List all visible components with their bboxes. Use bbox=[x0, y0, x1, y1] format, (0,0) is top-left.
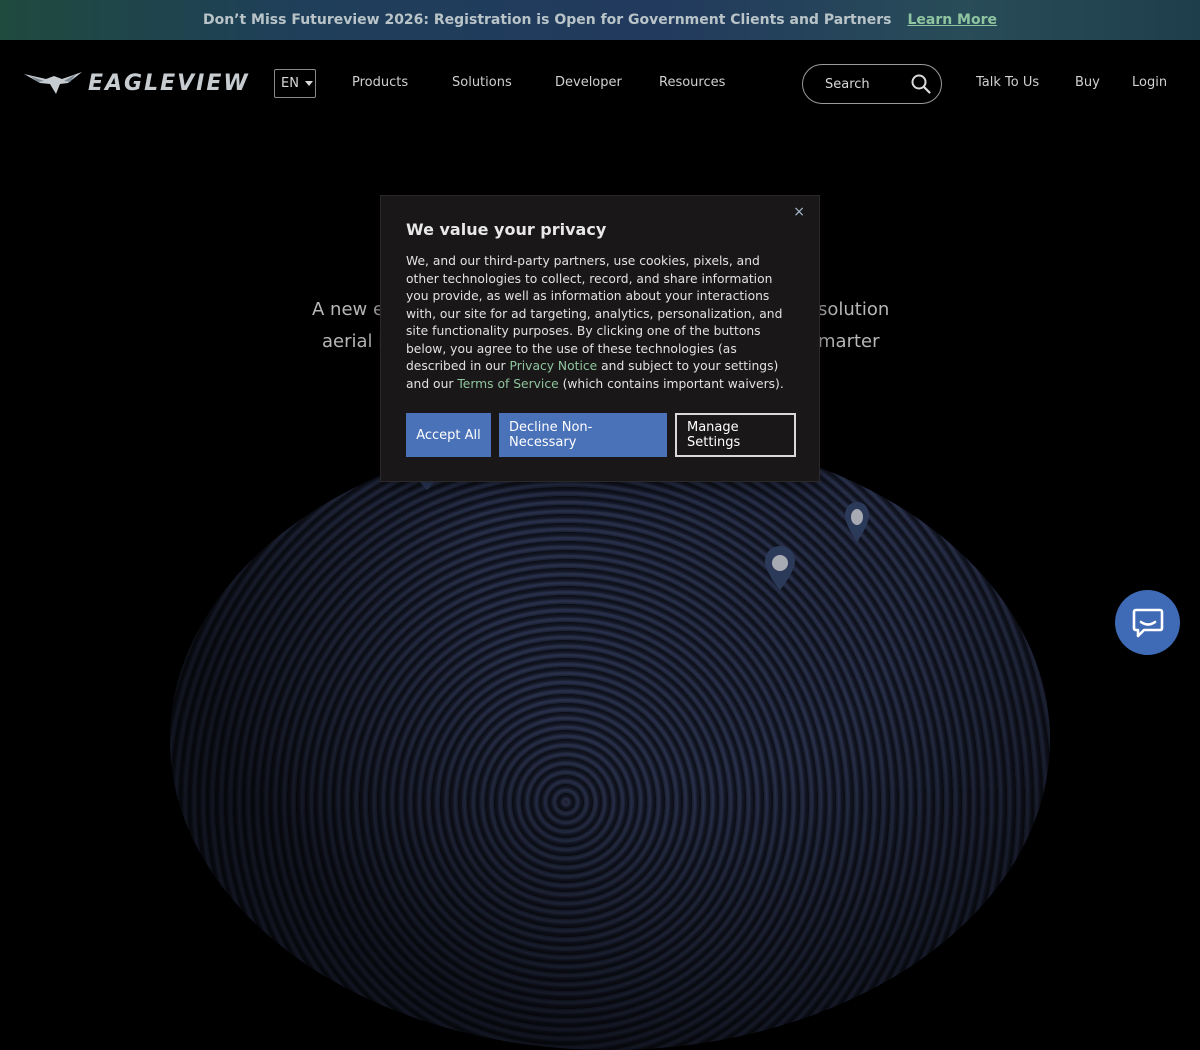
hero-text-line2-left: aerial i bbox=[322, 331, 384, 352]
map-pin-icon bbox=[845, 502, 869, 542]
privacy-notice-link[interactable]: Privacy Notice bbox=[510, 359, 598, 373]
language-selector[interactable]: EN bbox=[274, 69, 316, 98]
map-pin-icon bbox=[765, 546, 795, 590]
logo-text: EAGLEVIEW bbox=[88, 70, 250, 96]
search-box[interactable] bbox=[802, 64, 942, 104]
banner-text: Don’t Miss Futureview 2026: Registration… bbox=[202, 12, 892, 28]
nav-solutions[interactable]: Solutions bbox=[452, 75, 512, 90]
learn-more-link[interactable]: Learn More bbox=[907, 12, 997, 28]
site-header: EAGLEVIEW EN Products Solutions Develope… bbox=[0, 40, 1200, 128]
logo[interactable]: EAGLEVIEW bbox=[24, 70, 250, 96]
search-icon[interactable] bbox=[911, 74, 931, 94]
dialog-buttons: Accept All Decline Non-Necessary Manage … bbox=[406, 413, 796, 457]
nav-developer[interactable]: Developer bbox=[555, 75, 622, 90]
talk-to-us-link[interactable]: Talk To Us bbox=[976, 75, 1039, 90]
manage-settings-button[interactable]: Manage Settings bbox=[675, 413, 796, 457]
nav-resources[interactable]: Resources bbox=[659, 75, 725, 90]
dialog-title: We value your privacy bbox=[406, 220, 607, 239]
decline-non-necessary-button[interactable]: Decline Non-Necessary bbox=[499, 413, 667, 457]
nav-products[interactable]: Products bbox=[352, 75, 408, 90]
cookie-consent-dialog: × We value your privacy We, and our thir… bbox=[380, 195, 820, 482]
dialog-body: We, and our third-party partners, use co… bbox=[406, 253, 794, 393]
dialog-body-text: We, and our third-party partners, use co… bbox=[406, 254, 783, 373]
chat-icon bbox=[1132, 608, 1163, 637]
dialog-body-text: (which contains important waivers). bbox=[558, 376, 784, 391]
announcement-banner: Don’t Miss Futureview 2026: Registration… bbox=[0, 0, 1200, 40]
globe-shading bbox=[170, 430, 1050, 1050]
terms-of-service-link[interactable]: Terms of Service bbox=[457, 377, 558, 391]
search-input[interactable] bbox=[823, 75, 907, 93]
language-label: EN bbox=[281, 76, 299, 91]
accept-all-button[interactable]: Accept All bbox=[406, 413, 491, 457]
buy-link[interactable]: Buy bbox=[1075, 75, 1100, 90]
hero-text-line1-right: solution bbox=[818, 299, 890, 320]
eagle-icon bbox=[24, 72, 82, 94]
close-icon[interactable]: × bbox=[793, 204, 805, 220]
chat-button[interactable] bbox=[1115, 590, 1180, 655]
login-link[interactable]: Login bbox=[1132, 75, 1167, 90]
chevron-down-icon bbox=[304, 81, 313, 86]
hero-text-line2-right: marter bbox=[818, 331, 880, 352]
